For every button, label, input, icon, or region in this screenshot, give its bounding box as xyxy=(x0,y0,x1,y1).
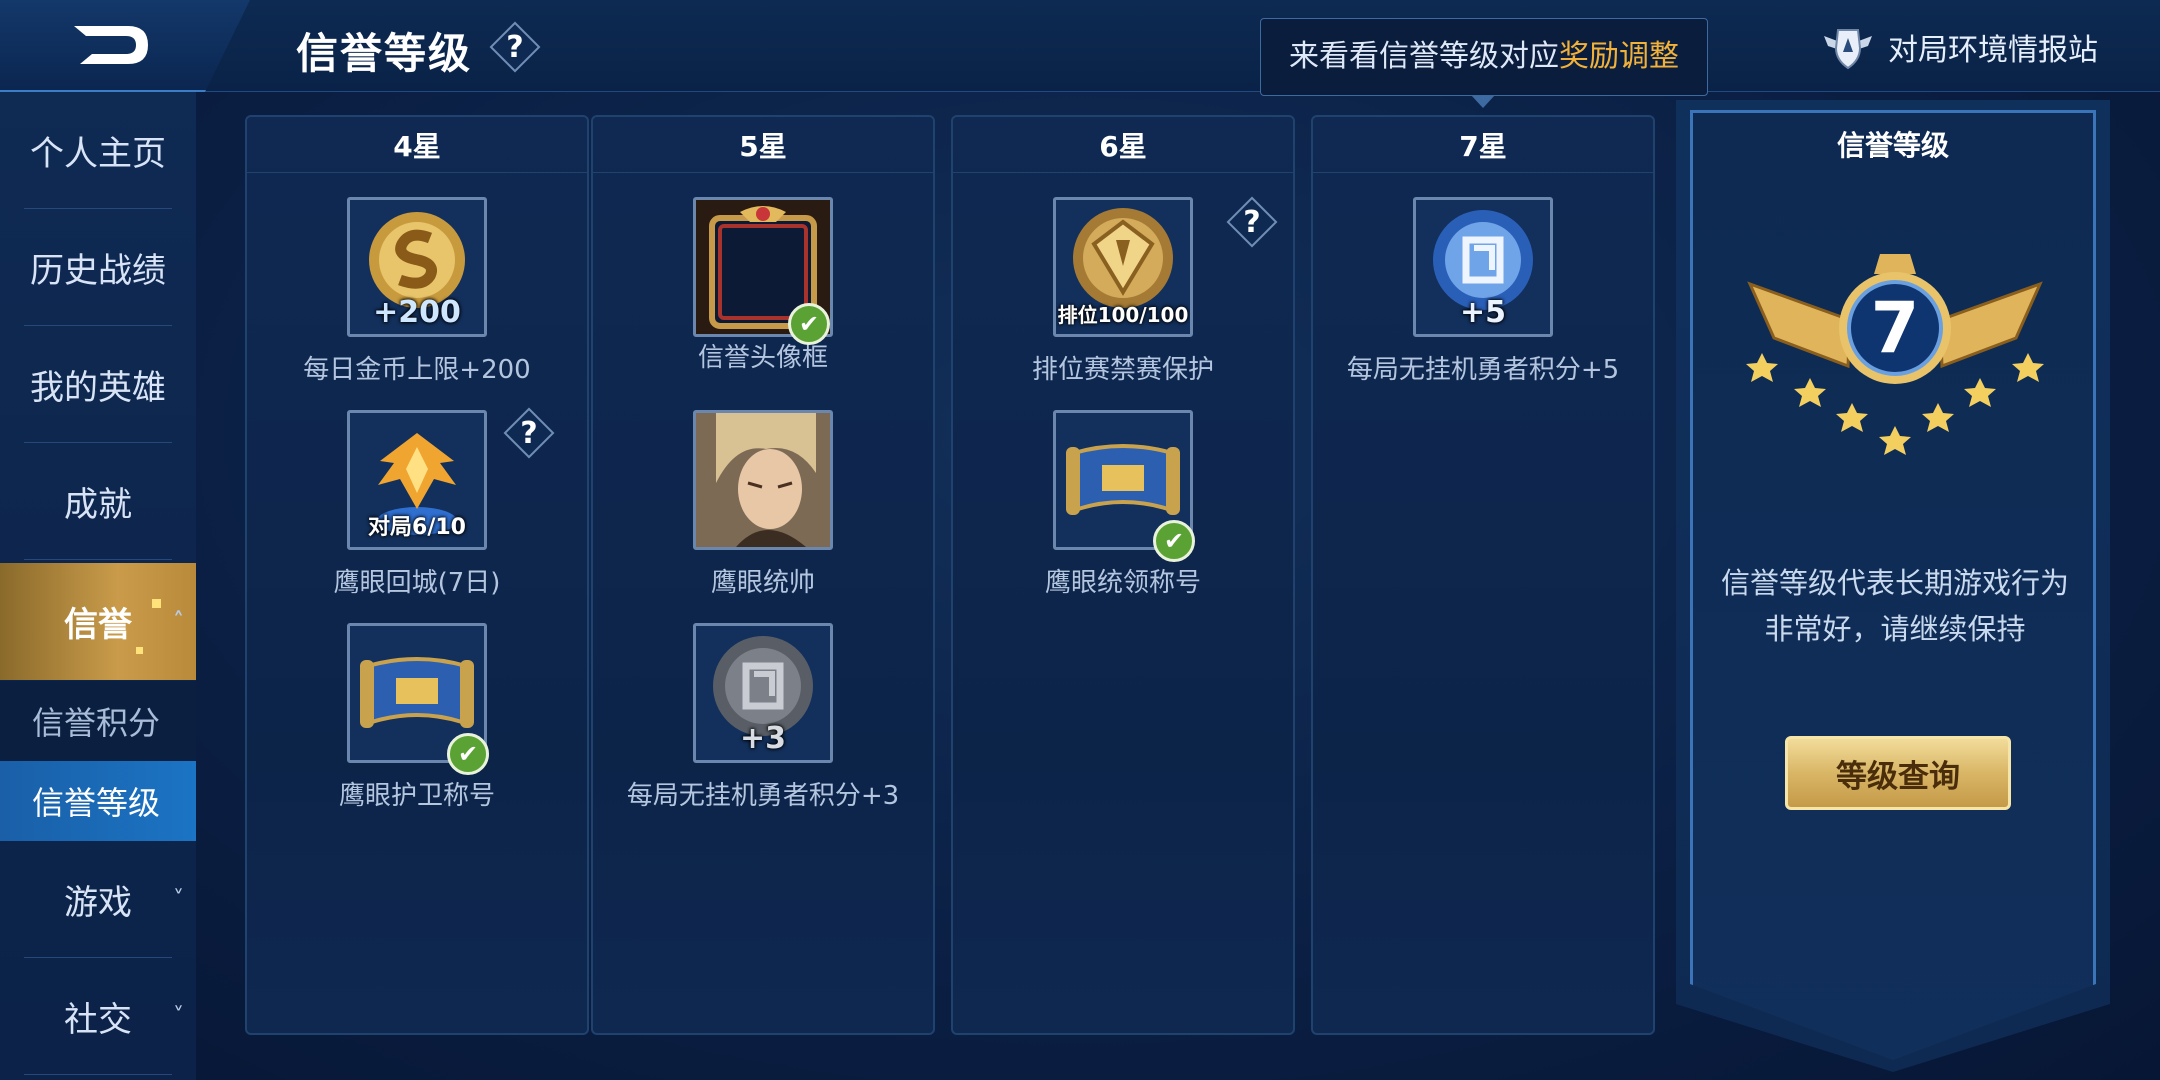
star-column-5: 5星 信誉头像框 ✔ 鹰眼统帅 +3 每局无挂机勇者积分+3 xyxy=(591,115,935,1035)
column-header: 6星 xyxy=(953,117,1293,173)
reward-tip-bubble[interactable]: 来看看信誉等级对应奖励调整 xyxy=(1260,18,1708,108)
sidebar-item-social[interactable]: 社交 ˅ xyxy=(0,958,196,1075)
panel-title: 信誉等级 xyxy=(1836,129,1949,162)
reward-label: 每局无挂机勇者积分+3 xyxy=(626,781,900,811)
reward-icon-box[interactable]: +5 xyxy=(1413,197,1553,337)
title-help-button[interactable]: ? xyxy=(492,24,538,70)
reward-help-button[interactable]: ? xyxy=(506,410,552,456)
sidebar-item-label: 成就 xyxy=(64,485,132,525)
chevron-down-icon: ˅ xyxy=(173,1004,184,1029)
question-icon: ? xyxy=(1243,204,1261,240)
owned-check-icon: ✔ xyxy=(447,733,489,775)
reward-label: 鹰眼统帅 xyxy=(710,568,815,598)
tip-text: 来看看信誉等级对应 xyxy=(1289,39,1559,74)
sidebar-item-label: 社交 xyxy=(64,1000,132,1040)
top-bar: 信誉等级 ? 来看看信誉等级对应奖励调整 对局环境情报站 xyxy=(0,0,2160,108)
sidebar-item-label: 历史战绩 xyxy=(30,251,166,291)
hero-portrait-icon xyxy=(696,413,830,547)
question-icon: ? xyxy=(506,29,524,65)
reward-label: 鹰眼护卫称号 xyxy=(338,781,495,811)
reward-item: 鹰眼统领称号 ✔ xyxy=(953,410,1293,610)
star-column-4: 4星 +200 每日金币上限+200 对局6/10 鹰眼回城(7日) ? 鹰眼护… xyxy=(245,115,589,1035)
owned-check-icon: ✔ xyxy=(1153,520,1195,562)
chevron-down-icon: ˅ xyxy=(173,887,184,912)
panel-desc-line: 信誉等级代表长期游戏行为 xyxy=(1720,566,2069,600)
reward-item: +3 每局无挂机勇者积分+3 xyxy=(593,623,933,823)
subnav-label: 信誉等级 xyxy=(32,784,161,822)
reward-label: 信誉头像框 xyxy=(697,343,828,373)
reward-icon-box[interactable]: +200 xyxy=(347,197,487,337)
sidebar-item-game[interactable]: 游戏 ˅ xyxy=(0,841,196,958)
question-icon: ? xyxy=(520,415,538,451)
reward-label: 每日金币上限+200 xyxy=(303,355,531,385)
reward-item: +5 每局无挂机勇者积分+5 xyxy=(1313,197,1653,397)
level-query-button[interactable]: 等级查询 xyxy=(1785,736,2011,810)
reward-label: 鹰眼统领称号 xyxy=(1044,568,1201,598)
sidebar-item-label: 信誉 xyxy=(64,605,132,645)
sidebar-item-label: 游戏 xyxy=(64,883,132,923)
back-button[interactable] xyxy=(0,0,250,92)
reward-icon-box[interactable]: 对局6/10 xyxy=(347,410,487,550)
sidebar-item-profile[interactable]: 个人主页 xyxy=(0,92,196,209)
reward-item: 鹰眼护卫称号 ✔ xyxy=(247,623,587,823)
sidebar-item-credit[interactable]: 信誉 ˄ xyxy=(0,563,196,680)
sidebar-item-achievements[interactable]: 成就 xyxy=(0,443,196,560)
sidebar-item-history[interactable]: 历史战绩 xyxy=(0,209,196,326)
back-arrow-icon xyxy=(74,26,148,64)
station-label: 对局环境情报站 xyxy=(1888,33,2098,68)
panel-desc-line: 非常好，请继续保持 xyxy=(1764,612,2026,646)
sidebar-item-label: 我的英雄 xyxy=(30,368,166,408)
sparkle-decoration xyxy=(136,647,143,654)
winged-level-badge-icon: 7 xyxy=(1746,254,2044,455)
sparkle-decoration xyxy=(152,599,161,608)
subnav-credit-level[interactable]: 信誉等级 xyxy=(0,761,196,841)
column-header: 5星 xyxy=(593,117,933,173)
column-header: 7星 xyxy=(1313,117,1653,173)
chevron-up-icon: ˄ xyxy=(173,609,184,634)
svg-text:7: 7 xyxy=(1871,287,1920,369)
sidebar-item-heroes[interactable]: 我的英雄 xyxy=(0,326,196,443)
reward-item: 信誉头像框 ✔ xyxy=(593,197,933,397)
reward-icon-box[interactable] xyxy=(693,410,833,550)
reward-icon-box[interactable]: +3 xyxy=(693,623,833,763)
subnav-label: 信誉积分 xyxy=(32,704,161,742)
reward-tag: 排位100/100 xyxy=(1057,303,1189,327)
star-column-6: 6星 排位100/100 排位赛禁赛保护 ? 鹰眼统领称号 ✔ xyxy=(951,115,1295,1035)
reward-item: +200 每日金币上限+200 xyxy=(247,197,587,397)
subnav-credit-points[interactable]: 信誉积分 xyxy=(0,681,196,761)
tip-highlight-link[interactable]: 奖励调整 xyxy=(1559,39,1679,74)
panel-description: 信誉等级代表长期游戏行为 非常好，请继续保持 xyxy=(1700,560,2090,652)
reward-tag: +200 xyxy=(373,295,461,330)
reward-tag: +3 xyxy=(739,721,786,756)
reward-label: 排位赛禁赛保护 xyxy=(1031,355,1214,385)
page-title: 信誉等级 xyxy=(296,29,473,78)
reward-item: 鹰眼统帅 xyxy=(593,410,933,610)
reward-tag: 对局6/10 xyxy=(368,515,466,540)
owned-check-icon: ✔ xyxy=(788,303,830,345)
sidebar: 个人主页 历史战绩 我的英雄 成就 信誉 ˄ 信誉积分 信誉等级 游戏 ˅ 社交… xyxy=(0,92,196,1080)
sidebar-item-label: 个人主页 xyxy=(30,134,166,174)
reward-help-button[interactable]: ? xyxy=(1229,199,1275,245)
shield-wings-icon xyxy=(1824,29,1872,70)
reward-label: 鹰眼回城(7日) xyxy=(333,568,501,598)
column-header: 4星 xyxy=(247,117,587,173)
reward-label: 每局无挂机勇者积分+5 xyxy=(1346,355,1620,385)
star-column-7: 7星 +5 每局无挂机勇者积分+5 xyxy=(1311,115,1655,1035)
reward-tag: +5 xyxy=(1459,295,1506,330)
reward-icon-box[interactable]: 排位100/100 xyxy=(1053,197,1193,337)
environment-station-button[interactable]: 对局环境情报站 xyxy=(1822,22,2098,72)
